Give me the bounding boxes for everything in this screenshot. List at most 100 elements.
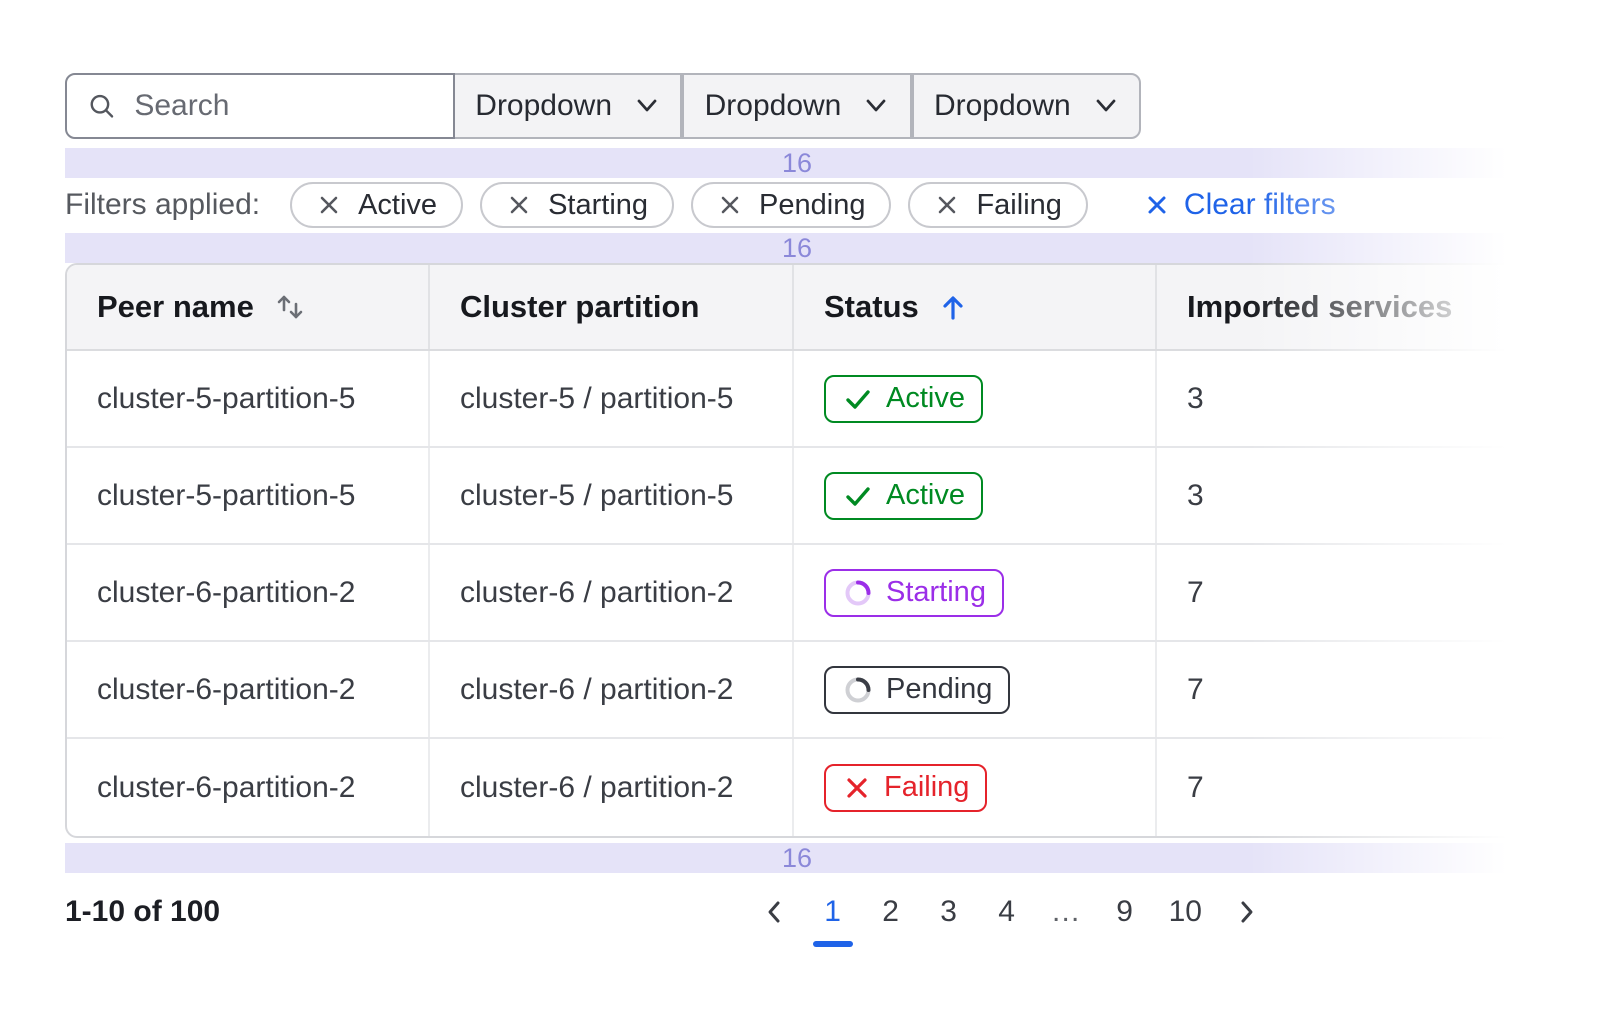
- cluster-partition-cell: cluster-6 / partition-2: [430, 545, 794, 640]
- clear-filters-label: Clear filters: [1184, 188, 1336, 222]
- page-button-9[interactable]: 9: [1103, 890, 1147, 934]
- dropdown-label: Dropdown: [934, 89, 1071, 123]
- spacing-value: 16: [782, 148, 812, 179]
- table-row: cluster-6-partition-2 cluster-6 / partit…: [67, 642, 1563, 739]
- page-button-4[interactable]: 4: [985, 890, 1029, 934]
- imported-services-cell: 7: [1157, 739, 1563, 836]
- imported-services-cell: 7: [1157, 545, 1563, 640]
- status-label: Active: [886, 479, 965, 512]
- pager: 1 2 3 4 … 9 10: [751, 890, 1270, 934]
- cluster-partition-cell: cluster-6 / partition-2: [430, 642, 794, 737]
- clear-x-icon: [1143, 191, 1171, 219]
- filter-chip-failing[interactable]: Failing: [908, 182, 1087, 228]
- next-page-button[interactable]: [1224, 890, 1270, 934]
- chip-label: Active: [358, 189, 437, 222]
- table-row: cluster-5-partition-5 cluster-5 / partit…: [67, 448, 1563, 545]
- filter-chip-pending[interactable]: Pending: [691, 182, 891, 228]
- previous-page-button[interactable]: [751, 890, 797, 934]
- column-label: Imported services: [1187, 289, 1452, 325]
- column-label: Cluster partition: [460, 289, 699, 325]
- page-button-1[interactable]: 1: [811, 890, 855, 934]
- column-header-cluster-partition: Cluster partition: [430, 265, 794, 349]
- status-badge: Active: [824, 472, 983, 520]
- status-label: Starting: [886, 576, 986, 609]
- status-label: Pending: [886, 673, 992, 706]
- chevron-down-icon: [863, 93, 889, 119]
- peer-name-cell: cluster-5-partition-5: [67, 448, 430, 543]
- peering-list-page: Dropdown Dropdown Dropdown 16 Filters ap…: [0, 0, 1618, 1010]
- page-button-3[interactable]: 3: [927, 890, 971, 934]
- spacing-value: 16: [782, 233, 812, 264]
- status-label: Active: [886, 382, 965, 415]
- pagination-bar: 1-10 of 100 1 2 3 4 … 9 10: [65, 890, 1270, 934]
- status-cell: Failing: [794, 739, 1157, 836]
- search-input[interactable]: [134, 89, 433, 123]
- spacing-marker-middle: 16: [65, 233, 1529, 263]
- page-ellipsis: …: [1043, 890, 1089, 934]
- dropdown-label: Dropdown: [475, 89, 612, 123]
- table-header-row: Peer name Cluster partition Status: [67, 265, 1563, 351]
- status-cell: Active: [794, 351, 1157, 446]
- chevron-down-icon: [634, 93, 660, 119]
- status-label: Failing: [884, 771, 969, 804]
- column-header-peer-name[interactable]: Peer name: [67, 265, 430, 349]
- chip-label: Pending: [759, 189, 865, 222]
- cluster-partition-cell: cluster-5 / partition-5: [430, 448, 794, 543]
- status-cell: Starting: [794, 545, 1157, 640]
- peer-name-cell: cluster-6-partition-2: [67, 739, 430, 836]
- column-label: Status: [824, 289, 919, 325]
- table-row: cluster-5-partition-5 cluster-5 / partit…: [67, 351, 1563, 448]
- chip-label: Failing: [976, 189, 1061, 222]
- column-header-imported-services: Imported services: [1157, 265, 1563, 349]
- table-row: cluster-6-partition-2 cluster-6 / partit…: [67, 739, 1563, 836]
- search-icon: [87, 89, 116, 123]
- spacing-value: 16: [782, 843, 812, 874]
- peer-name-cell: cluster-5-partition-5: [67, 351, 430, 446]
- dismiss-icon: [506, 192, 532, 218]
- imported-services-cell: 3: [1157, 351, 1563, 446]
- dropdown-button-2[interactable]: Dropdown: [682, 73, 911, 139]
- peers-table: Peer name Cluster partition Status: [65, 263, 1565, 838]
- search-field: [65, 73, 455, 139]
- filter-chip-active[interactable]: Active: [290, 182, 463, 228]
- x-icon: [842, 773, 872, 803]
- results-summary: 1-10 of 100: [65, 895, 220, 929]
- page-button-2[interactable]: 2: [869, 890, 913, 934]
- table-row: cluster-6-partition-2 cluster-6 / partit…: [67, 545, 1563, 642]
- spinner-icon: [842, 577, 874, 609]
- chevron-right-icon: [1232, 897, 1262, 927]
- status-badge: Failing: [824, 764, 987, 812]
- check-icon: [842, 383, 874, 415]
- dropdown-button-3[interactable]: Dropdown: [912, 73, 1141, 139]
- filters-applied-label: Filters applied:: [65, 188, 260, 222]
- dropdown-label: Dropdown: [705, 89, 842, 123]
- chevron-down-icon: [1093, 93, 1119, 119]
- cluster-partition-cell: cluster-5 / partition-5: [430, 351, 794, 446]
- spacing-marker-top: 16: [65, 148, 1529, 178]
- filter-chip-starting[interactable]: Starting: [480, 182, 674, 228]
- status-badge: Pending: [824, 666, 1010, 714]
- peer-name-cell: cluster-6-partition-2: [67, 545, 430, 640]
- cluster-partition-cell: cluster-6 / partition-2: [430, 739, 794, 836]
- chevron-left-icon: [759, 897, 789, 927]
- clear-filters-button[interactable]: Clear filters: [1143, 188, 1336, 222]
- dropdown-button-1[interactable]: Dropdown: [455, 73, 682, 139]
- column-header-status[interactable]: Status: [794, 265, 1157, 349]
- imported-services-cell: 7: [1157, 642, 1563, 737]
- arrow-up-icon: [937, 291, 969, 323]
- imported-services-cell: 3: [1157, 448, 1563, 543]
- status-badge: Starting: [824, 569, 1004, 617]
- filter-toolbar: Dropdown Dropdown Dropdown: [65, 73, 1141, 139]
- dismiss-icon: [934, 192, 960, 218]
- status-cell: Active: [794, 448, 1157, 543]
- chip-label: Starting: [548, 189, 648, 222]
- dismiss-icon: [316, 192, 342, 218]
- swap-vertical-icon: [272, 289, 308, 325]
- status-cell: Pending: [794, 642, 1157, 737]
- spinner-icon: [842, 674, 874, 706]
- dismiss-icon: [717, 192, 743, 218]
- status-badge: Active: [824, 375, 983, 423]
- column-label: Peer name: [97, 289, 254, 325]
- page-button-10[interactable]: 10: [1161, 890, 1210, 934]
- check-icon: [842, 480, 874, 512]
